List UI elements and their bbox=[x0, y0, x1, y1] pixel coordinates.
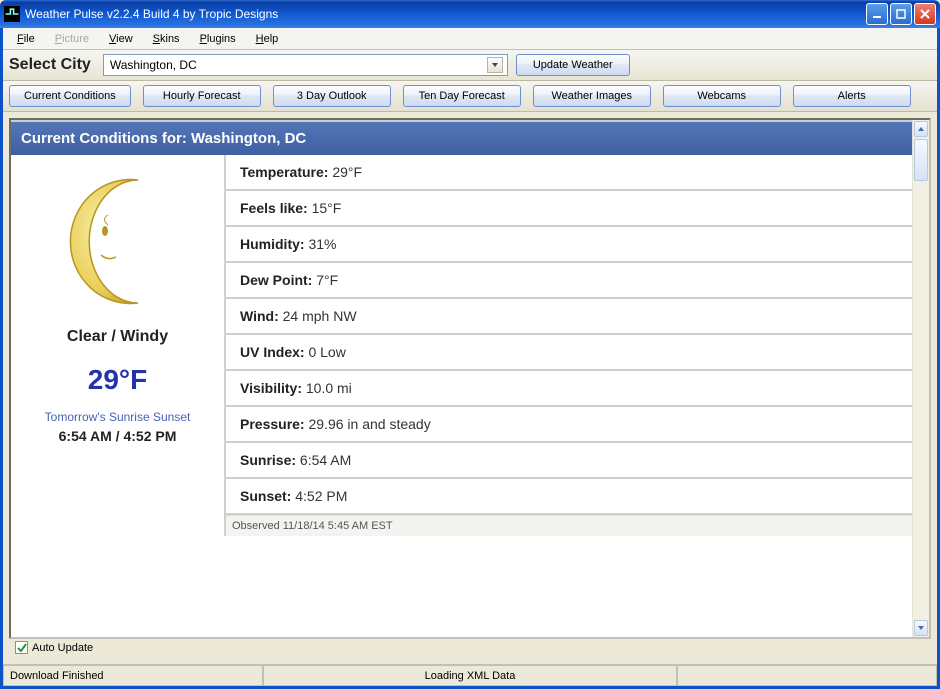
close-button[interactable] bbox=[914, 3, 936, 25]
metric-sunset: Sunset: 4:52 PM bbox=[226, 479, 912, 515]
conditions-metrics-panel: Temperature: 29°F Feels like: 15°F Humid… bbox=[226, 155, 912, 536]
metric-wind: Wind: 24 mph NW bbox=[226, 299, 912, 335]
metric-uv-index: UV Index: 0 Low bbox=[226, 335, 912, 371]
status-right bbox=[677, 665, 937, 686]
conditions-big-temp: 29°F bbox=[17, 364, 218, 396]
auto-update-row: Auto Update bbox=[9, 639, 931, 658]
tab-weather-images[interactable]: Weather Images bbox=[533, 85, 651, 107]
city-selected-text: Washington, DC bbox=[110, 58, 487, 72]
metric-temperature: Temperature: 29°F bbox=[226, 155, 912, 191]
observed-timestamp: Observed 11/18/14 5:45 AM EST bbox=[226, 515, 912, 536]
vertical-scrollbar[interactable] bbox=[912, 120, 929, 637]
menu-file[interactable]: File bbox=[9, 31, 43, 47]
auto-update-label: Auto Update bbox=[32, 642, 93, 654]
update-weather-button[interactable]: Update Weather bbox=[516, 54, 630, 76]
chevron-down-icon bbox=[487, 57, 503, 73]
tab-3-day-outlook[interactable]: 3 Day Outlook bbox=[273, 85, 391, 107]
app-icon bbox=[4, 6, 20, 22]
sunrise-sunset-times: 6:54 AM / 4:52 PM bbox=[17, 428, 218, 444]
tab-webcams[interactable]: Webcams bbox=[663, 85, 781, 107]
menu-bar: File Picture View Skins Plugins Help bbox=[3, 28, 937, 50]
metric-sunrise: Sunrise: 6:54 AM bbox=[226, 443, 912, 479]
conditions-summary-text: Clear / Windy bbox=[17, 328, 218, 346]
select-city-label: Select City bbox=[9, 56, 91, 74]
tab-ten-day-forecast[interactable]: Ten Day Forecast bbox=[403, 85, 521, 107]
sunrise-sunset-label: Tomorrow's Sunrise Sunset bbox=[17, 410, 218, 424]
auto-update-checkbox[interactable] bbox=[15, 641, 28, 654]
menu-skins[interactable]: Skins bbox=[145, 31, 188, 47]
window-title: Weather Pulse v2.2.4 Build 4 by Tropic D… bbox=[25, 7, 866, 21]
title-bar: Weather Pulse v2.2.4 Build 4 by Tropic D… bbox=[0, 0, 940, 28]
scroll-thumb[interactable] bbox=[914, 139, 928, 181]
city-selector-row: Select City Washington, DC Update Weathe… bbox=[3, 50, 937, 81]
maximize-button[interactable] bbox=[890, 3, 912, 25]
metric-pressure: Pressure: 29.96 in and steady bbox=[226, 407, 912, 443]
metric-dew-point: Dew Point: 7°F bbox=[226, 263, 912, 299]
metric-feels-like: Feels like: 15°F bbox=[226, 191, 912, 227]
tab-hourly-forecast[interactable]: Hourly Forecast bbox=[143, 85, 261, 107]
conditions-summary-panel: Clear / Windy 29°F Tomorrow's Sunrise Su… bbox=[11, 155, 226, 536]
moon-icon bbox=[17, 165, 218, 318]
status-bar: Download Finished Loading XML Data bbox=[3, 664, 937, 686]
metric-visibility: Visibility: 10.0 mi bbox=[226, 371, 912, 407]
menu-plugins[interactable]: Plugins bbox=[192, 31, 244, 47]
scroll-track[interactable] bbox=[913, 182, 929, 619]
menu-picture: Picture bbox=[47, 31, 97, 47]
menu-help[interactable]: Help bbox=[248, 31, 287, 47]
metric-humidity: Humidity: 31% bbox=[226, 227, 912, 263]
status-left: Download Finished bbox=[3, 665, 263, 686]
tab-alerts[interactable]: Alerts bbox=[793, 85, 911, 107]
tab-current-conditions[interactable]: Current Conditions bbox=[9, 85, 131, 107]
minimize-button[interactable] bbox=[866, 3, 888, 25]
scroll-down-button[interactable] bbox=[914, 620, 928, 636]
content-pane: Current Conditions for: Washington, DC bbox=[9, 118, 931, 639]
scroll-up-button[interactable] bbox=[914, 121, 928, 137]
menu-view[interactable]: View bbox=[101, 31, 141, 47]
status-center: Loading XML Data bbox=[263, 665, 677, 686]
city-dropdown[interactable]: Washington, DC bbox=[103, 54, 508, 76]
tabs-row: Current Conditions Hourly Forecast 3 Day… bbox=[3, 81, 937, 112]
conditions-header: Current Conditions for: Washington, DC bbox=[11, 120, 912, 155]
